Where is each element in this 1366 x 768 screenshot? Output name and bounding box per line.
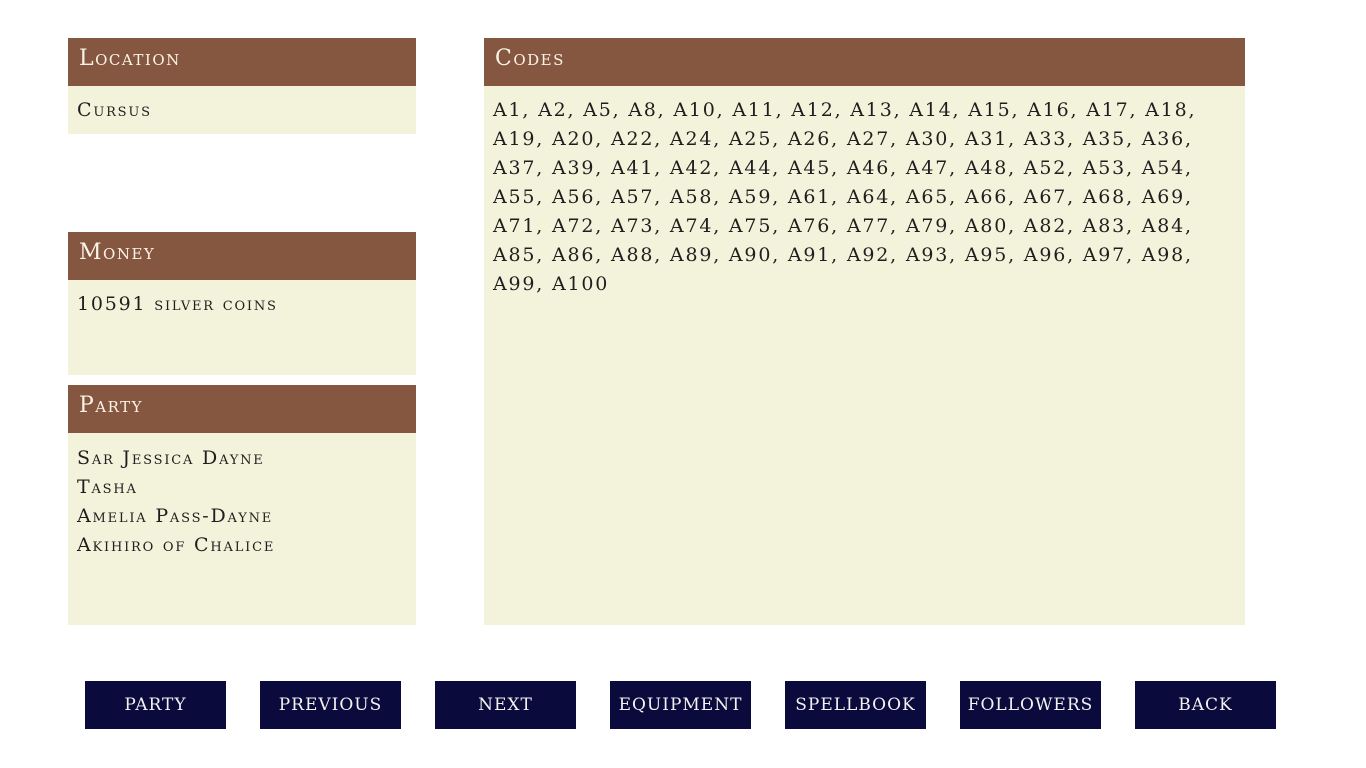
party-members-list: Sar Jessica Dayne Tasha Amelia Pass-Dayn…	[68, 433, 416, 570]
party-title: Party	[68, 385, 416, 433]
money-title: Money	[68, 232, 416, 280]
codes-title: Codes	[484, 38, 1245, 86]
money-value: 10591 silver coins	[77, 293, 278, 315]
location-value: Cursus	[77, 99, 152, 121]
party-panel: Party Sar Jessica Dayne Tasha Amelia Pas…	[68, 385, 416, 625]
money-panel: Money 10591 silver coins	[68, 232, 416, 375]
next-button[interactable]: NEXT	[435, 681, 576, 729]
party-member: Amelia Pass-Dayne	[77, 505, 274, 527]
party-member: Sar Jessica Dayne	[77, 447, 265, 469]
equipment-button[interactable]: EQUIPMENT	[610, 681, 751, 729]
location-title: Location	[68, 38, 416, 86]
party-member: Tasha	[77, 476, 138, 498]
codes-panel: Codes A1, A2, A5, A8, A10, A11, A12, A13…	[484, 38, 1245, 625]
back-button[interactable]: BACK	[1135, 681, 1276, 729]
party-member: Akihiro of Chalice	[77, 534, 276, 556]
previous-button[interactable]: PREVIOUS	[260, 681, 401, 729]
party-button[interactable]: PARTY	[85, 681, 226, 729]
location-panel: Location Cursus	[68, 38, 416, 134]
followers-button[interactable]: FOLLOWERS	[960, 681, 1101, 729]
codes-list: A1, A2, A5, A8, A10, A11, A12, A13, A14,…	[493, 99, 1197, 295]
spellbook-button[interactable]: SPELLBOOK	[785, 681, 926, 729]
